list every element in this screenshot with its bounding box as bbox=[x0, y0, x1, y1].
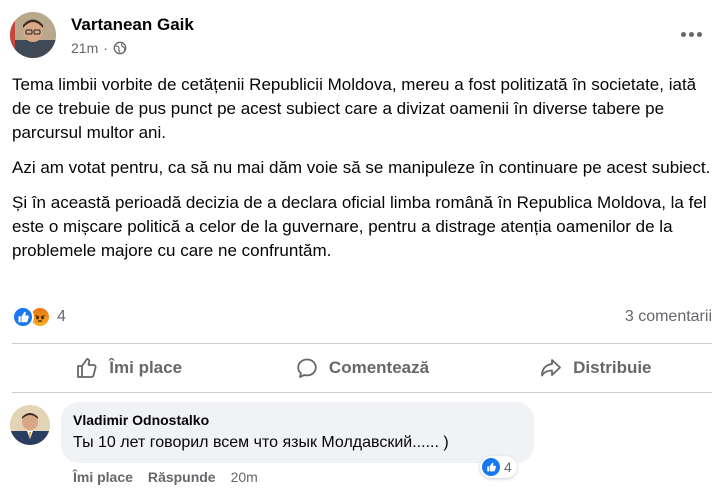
post-paragraph-2: Azi am votat pentru, ca să nu mai dăm vo… bbox=[12, 158, 711, 177]
globe-icon bbox=[113, 41, 127, 55]
post-actions: Îmi place Comentează Distribuie bbox=[12, 348, 712, 388]
like-reaction-icon bbox=[12, 306, 34, 328]
meta-separator: · bbox=[103, 40, 108, 56]
author-name[interactable]: Vartanean Gaik bbox=[71, 15, 194, 35]
commenter-avatar[interactable] bbox=[10, 405, 50, 445]
like-label: Îmi place bbox=[109, 358, 183, 377]
divider bbox=[12, 343, 712, 344]
reaction-icons[interactable] bbox=[12, 306, 51, 328]
comment-time[interactable]: 20m bbox=[231, 469, 258, 485]
commenter-name[interactable]: Vladimir Odnostalko bbox=[73, 412, 522, 428]
more-options-icon[interactable] bbox=[676, 24, 706, 44]
share-button[interactable]: Distribuie bbox=[479, 348, 712, 388]
comment-button[interactable]: Comentează bbox=[245, 348, 478, 388]
comment-like-link[interactable]: Îmi place bbox=[73, 469, 133, 485]
post-body: Tema limbii vorbite de cetățenii Republi… bbox=[12, 73, 712, 274]
comment-actions: Îmi place Răspunde 20m bbox=[73, 469, 258, 485]
comment-label: Comentează bbox=[328, 358, 430, 377]
divider bbox=[12, 392, 712, 393]
author-avatar[interactable] bbox=[10, 12, 56, 58]
like-button[interactable]: Îmi place bbox=[12, 348, 245, 388]
comment-bubble: Vladimir Odnostalko Ты 10 лет говорил вс… bbox=[61, 402, 534, 463]
comment-reply-link[interactable]: Răspunde bbox=[148, 469, 216, 485]
post-meta: 21m · bbox=[71, 40, 127, 56]
comment-icon bbox=[297, 358, 317, 378]
like-reaction-icon bbox=[482, 458, 500, 476]
thumbs-up-icon bbox=[77, 358, 97, 378]
comment-text: Ты 10 лет говорил всем что язык Молдавск… bbox=[73, 434, 449, 451]
reaction-count[interactable]: 4 bbox=[57, 308, 66, 326]
reactions-summary: 4 3 comentarii bbox=[12, 305, 712, 329]
comment-reaction-badge[interactable]: 4 bbox=[480, 456, 517, 478]
share-icon bbox=[541, 359, 562, 377]
comment-reaction-count: 4 bbox=[504, 459, 512, 475]
post-paragraph-3: Și în această perioadă decizia de a decl… bbox=[12, 193, 707, 260]
post-time[interactable]: 21m bbox=[71, 40, 98, 56]
post-header: Vartanean Gaik 21m · bbox=[10, 10, 714, 62]
share-label: Distribuie bbox=[573, 358, 652, 377]
post-paragraph-1: Tema limbii vorbite de cetățenii Republi… bbox=[12, 75, 697, 142]
comments-count[interactable]: 3 comentarii bbox=[625, 308, 712, 326]
